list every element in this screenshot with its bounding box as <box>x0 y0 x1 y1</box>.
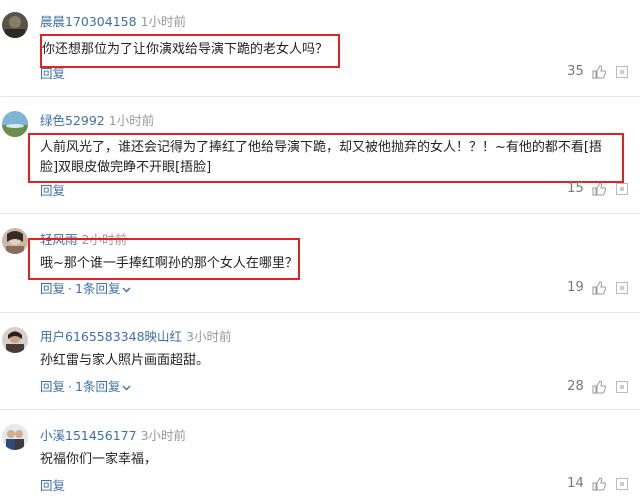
report-icon[interactable] <box>616 182 628 195</box>
like-count: 14 <box>567 476 584 491</box>
like-area: 28 <box>567 379 628 394</box>
report-icon[interactable] <box>616 65 628 78</box>
username[interactable]: 用户6165583348映山红 <box>40 329 182 344</box>
comment-text-content: 哦~那个谁一手捧红啊孙的那个女人在哪里？ <box>40 256 298 271</box>
comment-text-content: 孙红雷与家人照片画面超甜。 <box>40 353 210 368</box>
like-area: 19 <box>567 280 628 295</box>
comment-text: 祝福你们一家幸福， <box>40 450 157 470</box>
reply-button[interactable]: 回复 <box>40 183 65 198</box>
timestamp: 3小时前 <box>140 428 187 443</box>
avatar[interactable] <box>2 12 28 38</box>
comment-text-content: 祝福你们一家幸福， <box>40 452 158 467</box>
chevron-down-icon <box>122 385 131 390</box>
username[interactable]: 绿色52992 <box>40 113 105 128</box>
comment-text: 你还想那位为了让你演戏给导演下跪的老女人吗？ <box>40 34 340 68</box>
comment-item: 小溪151456177 3小时前 祝福你们一家幸福， 回复 14 <box>0 410 640 501</box>
comment-actions: 回复 <box>40 183 65 199</box>
comment-meta: 用户6165583348映山红 3小时前 <box>40 329 231 345</box>
comment-item: 晨晨170304158 1小时前 你还想那位为了让你演戏给导演下跪的老女人吗？ 回… <box>0 0 640 96</box>
reply-button[interactable]: 回复 <box>40 281 65 296</box>
view-replies-button[interactable]: 1条回复 <box>75 379 131 394</box>
avatar[interactable] <box>2 327 28 353</box>
thumbs-up-icon[interactable] <box>592 476 606 491</box>
comment-actions: 回复 · 1条回复 <box>40 379 131 395</box>
avatar[interactable] <box>2 228 28 254</box>
chevron-down-icon <box>122 287 131 292</box>
username[interactable]: 晨晨170304158 <box>40 14 137 29</box>
comment-meta: 小溪151456177 3小时前 <box>40 428 186 444</box>
comment-text: 哦~那个谁一手捧红啊孙的那个女人在哪里？ <box>28 238 300 280</box>
like-count: 19 <box>567 280 584 295</box>
timestamp: 1小时前 <box>140 14 187 29</box>
comment-item: 轻风雨 2小时前 哦~那个谁一手捧红啊孙的那个女人在哪里？ 回复 · 1条回复 19 <box>0 214 640 312</box>
comment-text: 人前风光了，谁还会记得为了捧红了他给导演下跪，却又被他抛弃的女人！？！~有他的都… <box>28 133 624 183</box>
like-count: 15 <box>567 181 584 196</box>
report-icon[interactable] <box>616 281 628 294</box>
comment-actions: 回复 <box>40 66 65 82</box>
timestamp: 1小时前 <box>108 113 155 128</box>
avatar[interactable] <box>2 424 28 450</box>
reply-button[interactable]: 回复 <box>40 478 65 493</box>
reply-button[interactable]: 回复 <box>40 379 65 394</box>
like-count: 28 <box>567 379 584 394</box>
report-icon[interactable] <box>616 477 628 490</box>
comment-text-content: 你还想那位为了让你演戏给导演下跪的老女人吗？ <box>42 42 329 57</box>
comment-actions: 回复 <box>40 478 65 494</box>
comment-item: 用户6165583348映山红 3小时前 孙红雷与家人照片画面超甜。 回复 · 1条回… <box>0 313 640 409</box>
thumbs-up-icon[interactable] <box>592 379 606 394</box>
timestamp: 3小时前 <box>186 329 232 344</box>
like-count: 35 <box>567 64 584 79</box>
report-icon[interactable] <box>616 380 628 393</box>
avatar[interactable] <box>2 111 28 137</box>
thumbs-up-icon[interactable] <box>592 64 606 79</box>
thumbs-up-icon[interactable] <box>592 280 606 295</box>
like-area: 14 <box>567 476 628 491</box>
comment-text-line: 人前风光了，谁还会记得为了捧红了他给导演下跪，却又被他抛弃的女人！？！~有他的都… <box>40 140 602 155</box>
comment-item: 绿色52992 1小时前 人前风光了，谁还会记得为了捧红了他给导演下跪，却又被他抛… <box>0 97 640 213</box>
comment-text-line: 脸]双眼皮做完睁不开眼[捂脸] <box>40 160 212 175</box>
view-replies-button[interactable]: 1条回复 <box>75 281 131 296</box>
comment-actions: 回复 · 1条回复 <box>40 281 131 297</box>
thumbs-up-icon[interactable] <box>592 181 606 196</box>
comment-meta: 绿色52992 1小时前 <box>40 113 154 129</box>
username[interactable]: 小溪151456177 <box>40 428 137 443</box>
comment-text: 孙红雷与家人照片画面超甜。 <box>40 351 209 371</box>
reply-button[interactable]: 回复 <box>40 66 65 81</box>
like-area: 35 <box>567 64 628 79</box>
like-area: 15 <box>567 181 628 196</box>
comment-meta: 晨晨170304158 1小时前 <box>40 14 186 30</box>
